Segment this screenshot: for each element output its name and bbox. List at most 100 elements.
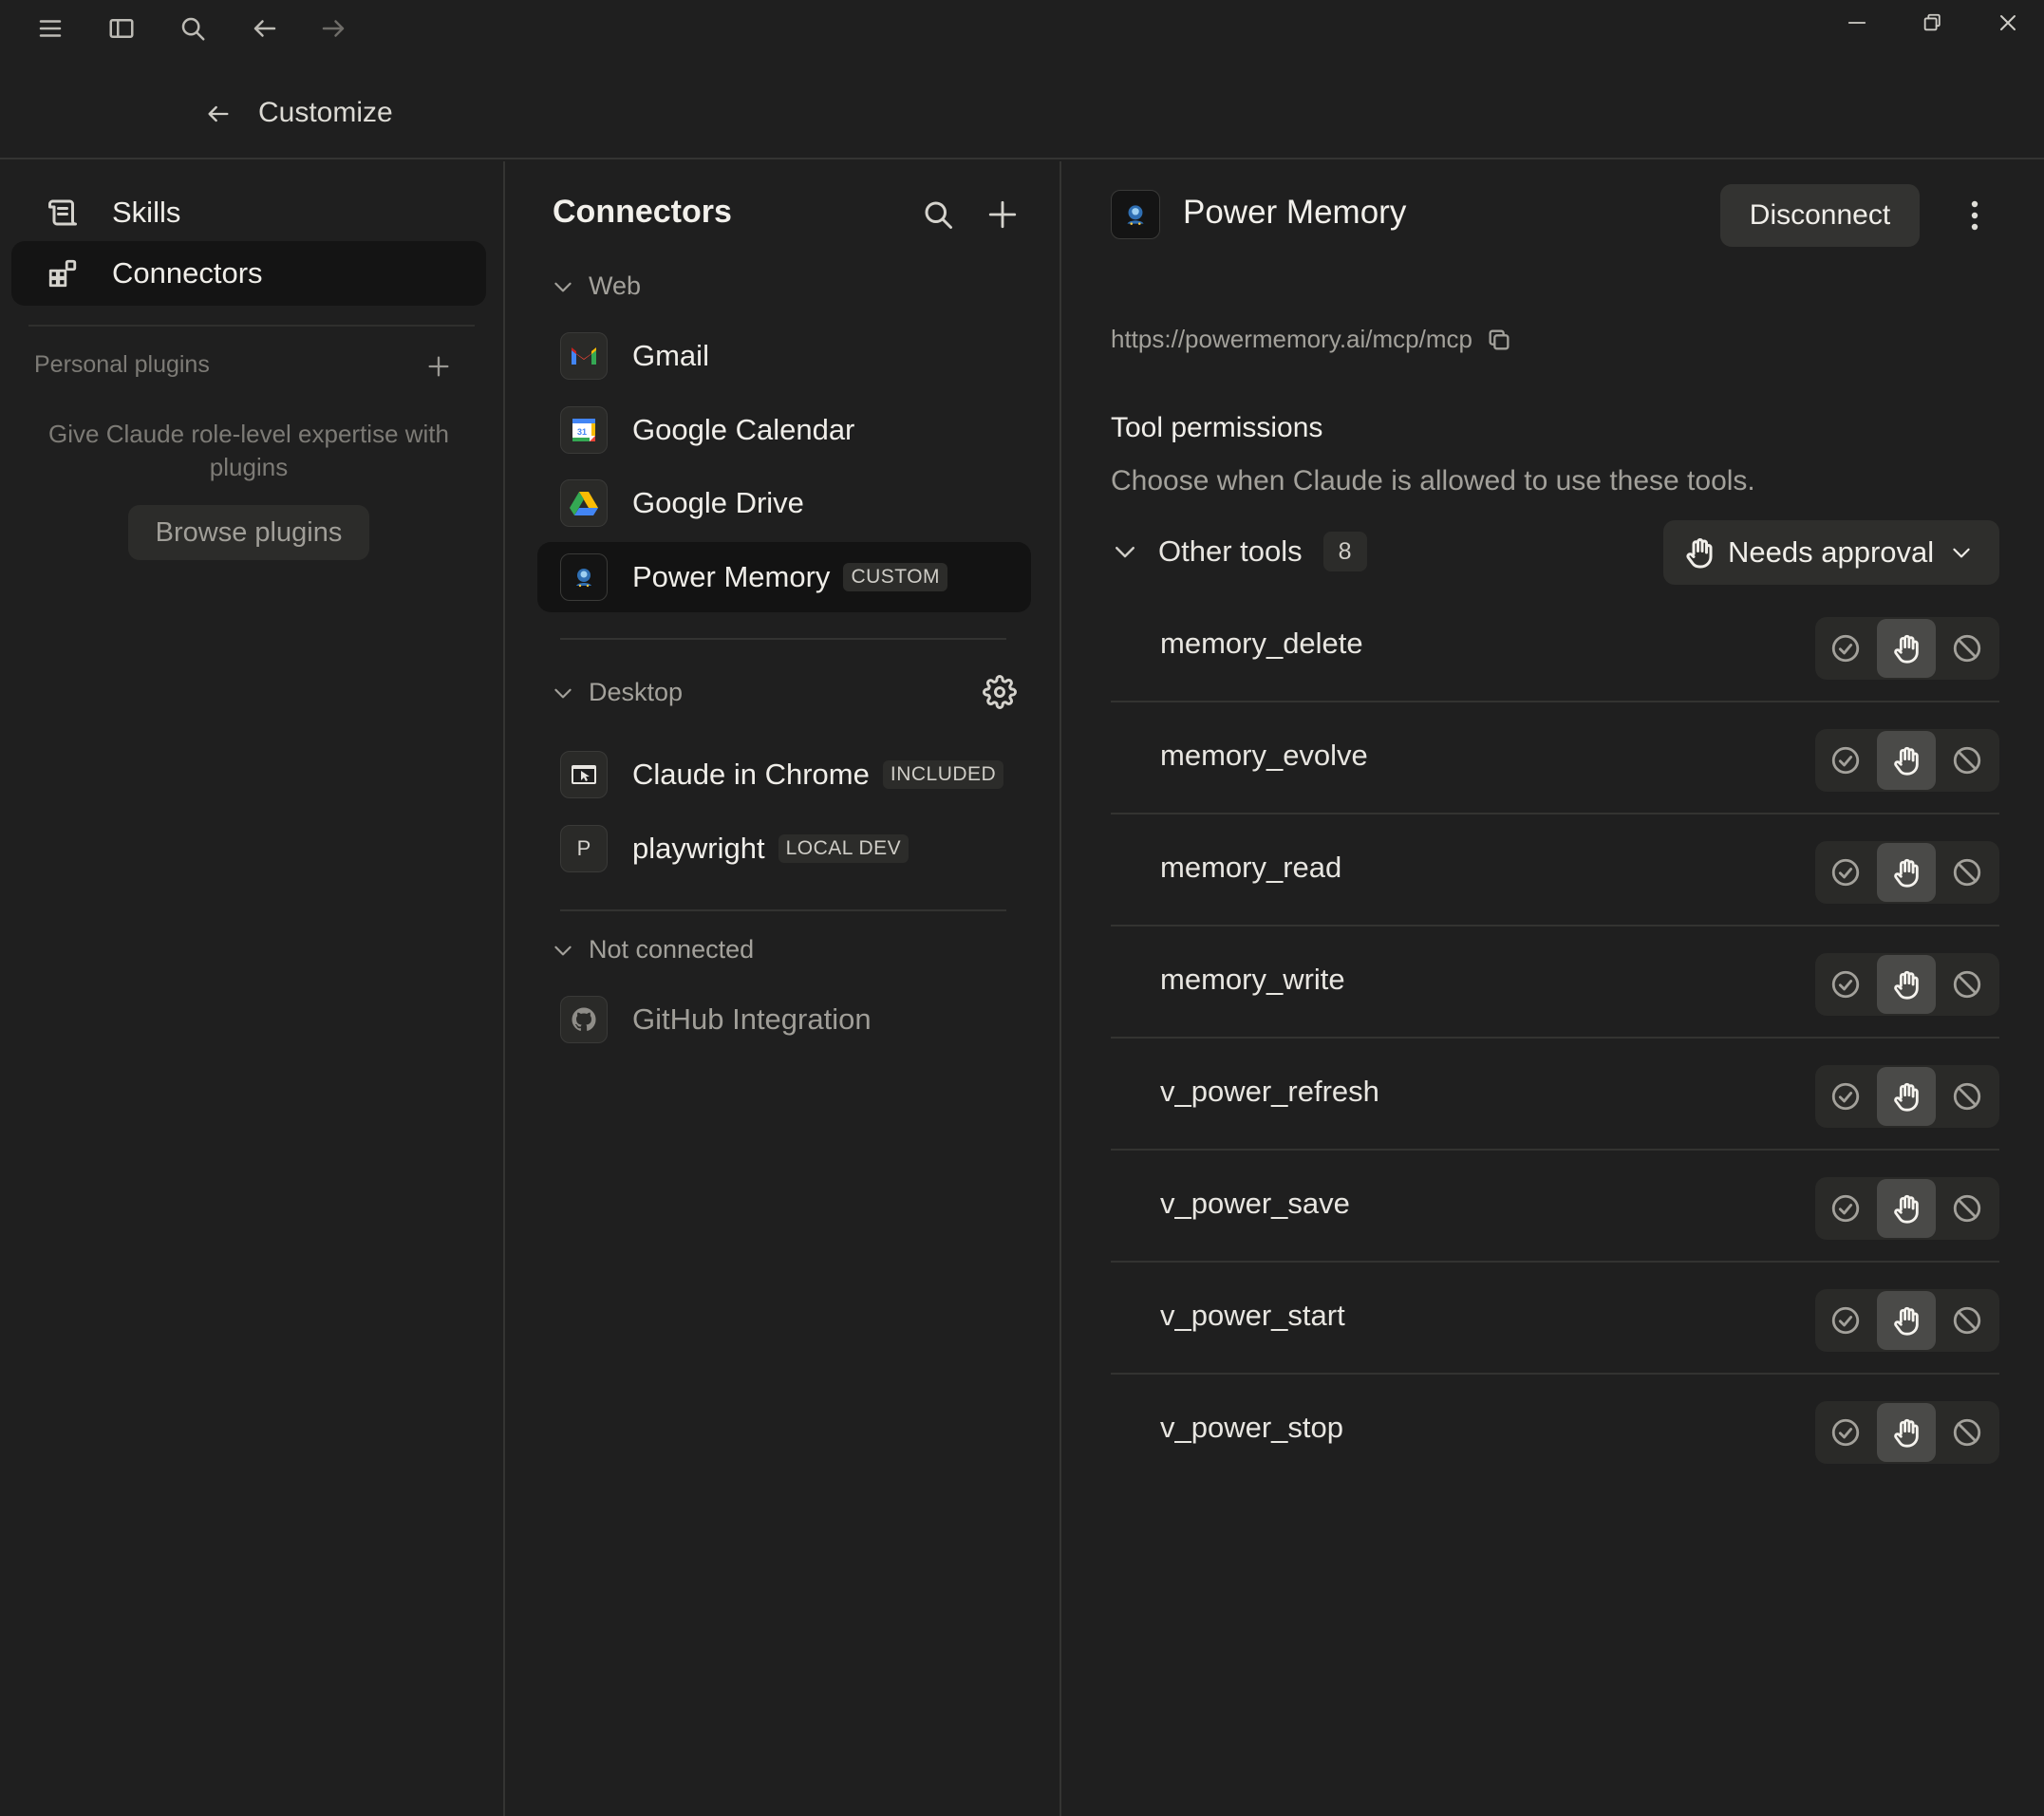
block-icon[interactable] (1938, 1067, 1997, 1126)
block-icon[interactable] (1938, 1291, 1997, 1350)
connector-title: Power Memory (1183, 194, 1407, 231)
block-icon[interactable] (1938, 843, 1997, 902)
tool-name: memory_evolve (1160, 739, 1368, 772)
always-allow-icon[interactable] (1816, 1291, 1875, 1350)
permission-selector (1815, 1401, 1999, 1464)
group-name: Other tools (1158, 534, 1303, 568)
section-desktop[interactable]: Desktop (551, 678, 683, 707)
connector-gmail[interactable]: Gmail (537, 321, 1031, 391)
always-allow-icon[interactable] (1816, 1067, 1875, 1126)
plugins-hint: Give Claude role-level expertise with pl… (48, 420, 449, 481)
tool-row: memory_evolve (1111, 702, 1999, 814)
section-not-connected[interactable]: Not connected (551, 935, 754, 964)
power-memory-icon (1111, 190, 1160, 239)
google-drive-icon (560, 479, 608, 527)
close-icon[interactable] (1985, 4, 2031, 42)
tool-permissions-subtitle: Choose when Claude is allowed to use the… (1111, 465, 1755, 496)
permission-selector (1815, 953, 1999, 1016)
section-web[interactable]: Web (551, 271, 641, 301)
connector-google-drive[interactable]: Google Drive (537, 468, 1031, 538)
connector-playwright[interactable]: P playwright LOCAL DEV (537, 814, 1031, 884)
needs-approval-icon[interactable] (1877, 1179, 1936, 1238)
needs-approval-icon[interactable] (1877, 1067, 1936, 1126)
sidebar-item-label: Connectors (112, 256, 263, 290)
restore-icon[interactable] (1909, 4, 1955, 42)
connector-name: playwright (632, 832, 765, 865)
needs-approval-icon[interactable] (1877, 731, 1936, 790)
chevron-down-icon (1116, 547, 1135, 558)
section-label: Not connected (589, 935, 755, 964)
tool-row: v_power_save (1111, 1151, 1999, 1263)
permission-selector (1815, 1177, 1999, 1240)
needs-approval-icon[interactable] (1877, 955, 1936, 1014)
sidebar-item-label: Skills (112, 196, 181, 229)
needs-approval-icon[interactable] (1877, 619, 1936, 678)
block-icon[interactable] (1938, 1179, 1997, 1238)
disconnect-button[interactable]: Disconnect (1720, 184, 1920, 247)
chevron-down-icon (1953, 548, 1970, 558)
title-bar (0, 0, 2044, 57)
sidebar: Skills Connectors Personal plugins Give … (0, 161, 505, 1816)
sidebar-item-skills[interactable]: Skills (11, 180, 486, 245)
search-icon[interactable] (917, 194, 959, 235)
connector-name: Gmail (632, 339, 709, 372)
permission-selector (1815, 841, 1999, 904)
block-icon[interactable] (1938, 955, 1997, 1014)
always-allow-icon[interactable] (1816, 731, 1875, 790)
back-button[interactable] (199, 95, 237, 133)
always-allow-icon[interactable] (1816, 955, 1875, 1014)
tool-name: v_power_start (1160, 1299, 1345, 1332)
connector-github[interactable]: GitHub Integration (537, 984, 1031, 1055)
block-icon[interactable] (1938, 731, 1997, 790)
permission-selector (1815, 729, 1999, 792)
dropdown-label: Needs approval (1728, 535, 1935, 569)
connector-claude-in-chrome[interactable]: Claude in Chrome INCLUDED (537, 740, 1031, 810)
connector-google-calendar[interactable]: 31 Google Calendar (537, 395, 1031, 465)
block-icon[interactable] (1938, 1403, 1997, 1462)
back-arrow-icon[interactable] (248, 11, 282, 46)
add-connector-icon[interactable] (982, 194, 1023, 235)
page-header: Customize (0, 76, 2044, 159)
tool-name: memory_delete (1160, 627, 1363, 660)
always-allow-icon[interactable] (1816, 1179, 1875, 1238)
needs-approval-icon[interactable] (1877, 1291, 1936, 1350)
sidebar-toggle-icon[interactable] (104, 11, 139, 46)
always-allow-icon[interactable] (1816, 1403, 1875, 1462)
needs-approval-icon[interactable] (1877, 843, 1936, 902)
block-icon[interactable] (1938, 619, 1997, 678)
copy-icon[interactable] (1486, 327, 1512, 353)
page-title: Customize (258, 97, 393, 128)
connector-name: Power Memory (632, 560, 831, 593)
connectors-panel: Connectors Web Gmail 31 Google Calendar … (507, 161, 1061, 1816)
divider (28, 325, 475, 327)
divider (560, 909, 1006, 911)
connector-name: GitHub Integration (632, 1002, 872, 1036)
local-dev-badge: LOCAL DEV (778, 834, 909, 863)
connector-power-memory[interactable]: Power Memory CUSTOM (537, 542, 1031, 612)
add-plugin-icon[interactable] (420, 347, 458, 385)
tool-name: memory_write (1160, 963, 1345, 996)
minimize-icon[interactable] (1834, 4, 1880, 42)
tool-name: memory_read (1160, 851, 1342, 884)
more-options-icon[interactable] (1958, 194, 1992, 237)
always-allow-icon[interactable] (1816, 619, 1875, 678)
browse-plugins-button[interactable]: Browse plugins (128, 505, 369, 560)
connector-detail: Power Memory Disconnect https://powermem… (1063, 161, 2044, 1816)
sidebar-item-connectors[interactable]: Connectors (11, 241, 486, 306)
tool-permissions-heading: Tool permissions (1111, 412, 1323, 443)
permission-selector (1815, 617, 1999, 680)
section-label: Desktop (589, 678, 684, 706)
search-icon[interactable] (176, 11, 210, 46)
hand-icon (1686, 538, 1713, 569)
group-permission-dropdown[interactable]: Needs approval (1663, 520, 1999, 585)
needs-approval-icon[interactable] (1877, 1403, 1936, 1462)
forward-arrow-icon[interactable] (316, 11, 350, 46)
tool-name: v_power_refresh (1160, 1075, 1379, 1108)
gear-icon[interactable] (980, 672, 1020, 712)
always-allow-icon[interactable] (1816, 843, 1875, 902)
chevron-down-icon (554, 945, 572, 955)
connector-name: Google Drive (632, 486, 804, 519)
divider (560, 638, 1006, 640)
tool-count-badge: 8 (1322, 532, 1367, 571)
menu-icon[interactable] (33, 11, 67, 46)
